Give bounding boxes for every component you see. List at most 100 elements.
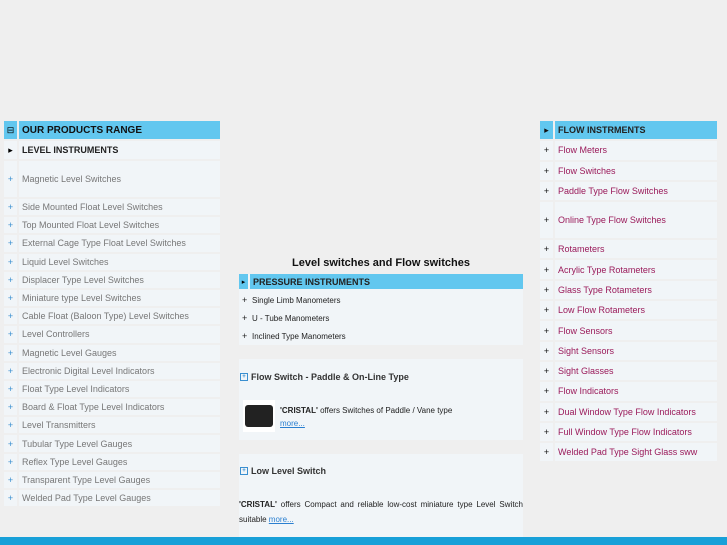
bullet-icon: + (4, 161, 17, 197)
menu-item[interactable]: + Dual Window Type Flow Indicators (540, 402, 717, 421)
bullet-icon: + (4, 380, 17, 398)
menu-item[interactable]: + Level Controllers (4, 326, 220, 343)
menu-item[interactable]: + Board & Float Type Level Indicators (4, 399, 220, 416)
flow-instruments-header[interactable]: ▸ FLOW INSTRMENTS (540, 121, 717, 140)
menu-item-label: Flow Switches (555, 161, 717, 180)
pressure-instruments-header[interactable]: ▸ PRESSURE INSTRUMENTS (239, 274, 523, 289)
pressure-item[interactable]: + Inclined Type Manometers (239, 327, 523, 345)
menu-item-label: Top Mounted Float Level Switches (19, 217, 220, 234)
menu-item[interactable]: + Liquid Level Switches (4, 253, 220, 270)
bullet-icon: + (540, 321, 553, 340)
bullet-icon: + (4, 253, 17, 270)
menu-item[interactable]: + Full Window Type Flow Indicators (540, 422, 717, 442)
flow-switch-title[interactable]: + Flow Switch - Paddle & On-Line Type (239, 359, 523, 394)
bullet-icon: + (540, 240, 553, 259)
menu-item[interactable]: + Acrylic Type Rotameters (540, 260, 717, 279)
menu-item[interactable]: + Top Mounted Float Level Switches (4, 217, 220, 234)
bullet-icon: + (540, 402, 553, 421)
page-title: Level switches and Flow switches (292, 257, 470, 269)
menu-item[interactable]: + Paddle Type Flow Switches (540, 181, 717, 201)
menu-item-label: Dual Window Type Flow Indicators (555, 402, 717, 421)
menu-item-label: Reflex Type Level Gauges (19, 453, 220, 470)
menu-item[interactable]: + Flow Sensors (540, 321, 717, 340)
bullet-icon: + (4, 308, 17, 325)
arrow-right-icon: ▸ (4, 141, 17, 159)
bullet-icon: + (4, 289, 17, 307)
flow-switch-box: + Flow Switch - Paddle & On-Line Type 'CR… (239, 359, 523, 440)
arrow-right-icon: ▸ (540, 121, 553, 140)
menu-item[interactable]: + Flow Switches (540, 161, 717, 180)
menu-item[interactable]: + Level Transmitters (4, 417, 220, 434)
menu-item[interactable]: + Online Type Flow Switches (540, 202, 717, 239)
menu-item-label: Sight Sensors (555, 341, 717, 360)
bullet-icon: + (540, 280, 553, 300)
low-level-switch-more-link[interactable]: more... (269, 515, 294, 524)
menu-item[interactable]: + Welded Pad Type Sight Glass sww (540, 443, 717, 462)
pressure-item[interactable]: + Single Limb Manometers (239, 291, 523, 309)
expand-icon: + (240, 467, 248, 475)
menu-item-label: Sight Glasses (555, 361, 717, 381)
menu-item[interactable]: + Tubular Type Level Gauges (4, 435, 220, 452)
bullet-icon: + (540, 161, 553, 180)
menu-item-label: Displacer Type Level Switches (19, 271, 220, 288)
menu-item-label: Float Type Level Indicators (19, 380, 220, 398)
menu-item[interactable]: + Glass Type Rotameters (540, 280, 717, 300)
menu-item[interactable]: + Side Mounted Float Level Switches (4, 199, 220, 216)
menu-item[interactable]: + Flow Indicators (540, 382, 717, 401)
bullet-icon: + (242, 313, 248, 323)
bullet-icon: + (4, 490, 17, 507)
bullet-icon: + (540, 141, 553, 160)
menu-item[interactable]: + Welded Pad Type Level Gauges (4, 490, 220, 507)
menu-item[interactable]: + Reflex Type Level Gauges (4, 453, 220, 470)
menu-item-label: Miniature type Level Switches (19, 289, 220, 307)
products-range-header: ⊟ OUR PRODUCTS RANGE (4, 121, 220, 139)
menu-item[interactable]: + Miniature type Level Switches (4, 289, 220, 307)
bullet-icon: + (4, 217, 17, 234)
menu-item[interactable]: + Transparent Type Level Gauges (4, 471, 220, 488)
flow-instruments-menu: ▸ FLOW INSTRMENTS + Flow Meters + Flow Switc… (540, 121, 717, 463)
level-instruments-link[interactable]: ▸ LEVEL INSTRUMENTS (4, 141, 220, 159)
bullet-icon: + (540, 382, 553, 401)
menu-item-label: Cable Float (Baloon Type) Level Switches (19, 308, 220, 325)
menu-item-label: Magnetic Level Switches (19, 161, 220, 197)
flow-switch-more-link[interactable]: more... (280, 419, 305, 428)
pressure-item[interactable]: + U - Tube Manometers (239, 309, 523, 327)
menu-item-label: Flow Indicators (555, 382, 717, 401)
menu-item-label: Side Mounted Float Level Switches (19, 199, 220, 216)
low-level-switch-title[interactable]: + Low Level Switch (239, 454, 523, 488)
bullet-icon: + (540, 422, 553, 442)
bullet-icon: + (540, 301, 553, 320)
bullet-icon: + (540, 361, 553, 381)
bullet-icon: + (540, 260, 553, 279)
menu-item-label: Paddle Type Flow Switches (555, 181, 717, 201)
menu-item-label: Flow Meters (555, 141, 717, 160)
menu-item[interactable]: + Magnetic Level Gauges (4, 344, 220, 361)
menu-item-label: Electronic Digital Level Indicators (19, 362, 220, 379)
menu-item-label: Liquid Level Switches (19, 253, 220, 270)
menu-item[interactable]: + Flow Meters (540, 141, 717, 160)
bullet-icon: + (4, 344, 17, 361)
bullet-icon: + (4, 453, 17, 470)
center-content: Level switches and Flow switches ▸ PRESSU… (239, 255, 523, 537)
menu-item[interactable]: + Electronic Digital Level Indicators (4, 362, 220, 379)
bullet-icon: + (4, 271, 17, 288)
menu-item[interactable]: + Cable Float (Baloon Type) Level Switche… (4, 308, 220, 325)
bullet-icon: + (4, 362, 17, 379)
menu-item[interactable]: + External Cage Type Float Level Switches (4, 235, 220, 252)
bullet-icon: + (540, 443, 553, 462)
menu-item-label: Acrylic Type Rotameters (555, 260, 717, 279)
menu-item-label: Online Type Flow Switches (555, 202, 717, 239)
menu-item-label: Welded Pad Type Sight Glass sww (555, 443, 717, 462)
menu-item-label: Glass Type Rotameters (555, 280, 717, 300)
menu-item[interactable]: + Rotameters (540, 240, 717, 259)
bullet-icon: + (4, 235, 17, 252)
menu-item[interactable]: + Magnetic Level Switches (4, 161, 220, 197)
arrow-right-icon: ▸ (239, 274, 248, 289)
bullet-icon: + (4, 435, 17, 452)
menu-item[interactable]: + Float Type Level Indicators (4, 380, 220, 398)
menu-item[interactable]: + Sight Glasses (540, 361, 717, 381)
menu-item[interactable]: + Displacer Type Level Switches (4, 271, 220, 288)
menu-item-label: Level Transmitters (19, 417, 220, 434)
menu-item[interactable]: + Sight Sensors (540, 341, 717, 360)
menu-item[interactable]: + Low Flow Rotameters (540, 301, 717, 320)
